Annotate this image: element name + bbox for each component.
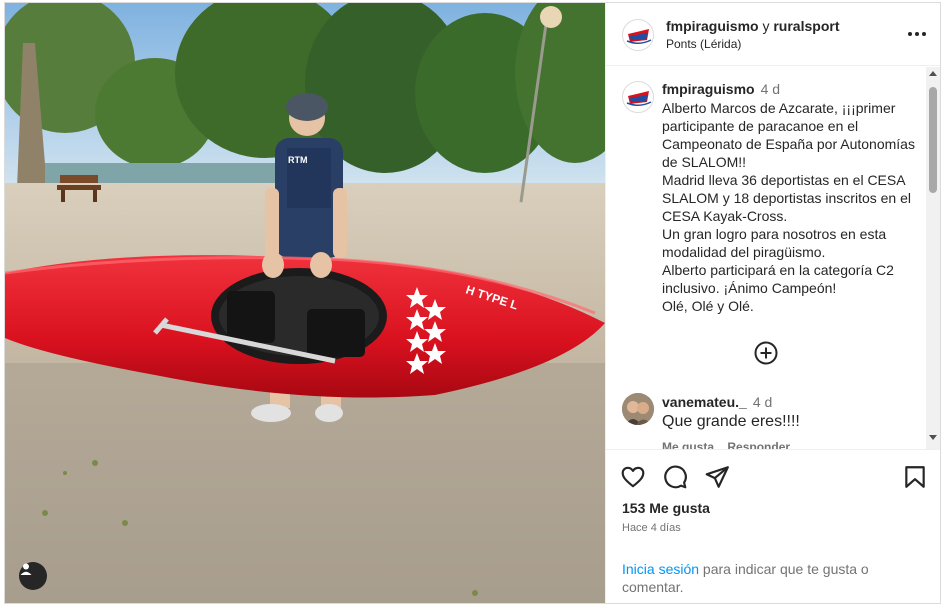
commenter-photo xyxy=(622,393,654,425)
comments-scrollbar[interactable] xyxy=(926,67,940,449)
post-sidebar: fmpiraguismo y ruralsport Ponts (Lérida)… xyxy=(605,3,940,603)
vest-brand-text: RTM xyxy=(288,155,308,165)
caption-line: Olé, Olé y Olé. xyxy=(662,298,754,314)
caption-line: Un gran logro para nosotros en esta moda… xyxy=(662,226,891,260)
caption-line: Alberto Marcos de Azcarate, ¡¡¡primer pa… xyxy=(662,100,919,170)
heart-icon xyxy=(621,466,645,488)
scroll-up-arrow[interactable] xyxy=(929,71,937,76)
commenter-avatar[interactable] xyxy=(622,393,654,425)
comment-time[interactable]: 4 d xyxy=(753,394,772,410)
user-tag-button[interactable] xyxy=(19,562,47,590)
collaborator-username[interactable]: ruralsport xyxy=(773,18,839,34)
location-link[interactable]: Ponts (Lérida) xyxy=(666,37,741,51)
share-icon xyxy=(705,466,729,488)
header-connector: y xyxy=(762,18,770,34)
author-username[interactable]: fmpiraguismo xyxy=(666,18,759,34)
comments-area[interactable]: fmpiraguismo 4 d Alberto Marcos de Azcara… xyxy=(606,67,940,449)
more-dot xyxy=(915,32,919,36)
scroll-thumb[interactable] xyxy=(929,87,937,193)
caption-line: Madrid lleva 36 deportistas en el CESA S… xyxy=(662,172,915,224)
share-button[interactable] xyxy=(704,464,730,490)
bookmark-icon xyxy=(905,466,925,488)
comment-icon xyxy=(664,465,687,489)
caption-username[interactable]: fmpiraguismo xyxy=(662,81,755,97)
likes-count[interactable]: 153 Me gusta xyxy=(622,500,710,516)
more-options-button[interactable] xyxy=(906,25,928,43)
caption-time[interactable]: 4 d xyxy=(761,81,780,97)
load-more-comments-button[interactable] xyxy=(754,341,778,365)
caption-text: Alberto Marcos de Azcarate, ¡¡¡primer pa… xyxy=(662,99,924,315)
comment-header: vanemateu._ 4 d xyxy=(662,394,772,410)
post-date[interactable]: Hace 4 días xyxy=(622,522,681,534)
scroll-down-arrow[interactable] xyxy=(929,435,937,440)
like-button[interactable] xyxy=(620,464,646,490)
more-horizontal-icon xyxy=(908,32,912,36)
post-container: H TYPE L RTM fmpiraguismo y ruralsport P… xyxy=(4,2,941,604)
post-actions: 153 Me gusta Hace 4 días Inicia sesión p… xyxy=(606,449,940,603)
user-tag-icon xyxy=(20,563,32,575)
club-logo-icon xyxy=(626,91,652,106)
comment-actions: Me gusta Responder xyxy=(662,440,800,449)
save-button[interactable] xyxy=(902,464,928,490)
login-link[interactable]: Inicia sesión xyxy=(622,561,699,577)
plus-circle-icon xyxy=(754,341,778,365)
comment-button[interactable] xyxy=(662,464,688,490)
caption-author-avatar[interactable] xyxy=(622,81,654,113)
photo-illustration: H TYPE L xyxy=(5,3,605,603)
login-prompt: Inicia sesión para indicar que te gusta … xyxy=(622,560,922,596)
caption-header: fmpiraguismo 4 d xyxy=(662,81,780,97)
caption-line: Alberto participará en la categoría C2 i… xyxy=(662,262,898,296)
post-header: fmpiraguismo y ruralsport Ponts (Lérida) xyxy=(606,3,940,66)
header-usernames: fmpiraguismo y ruralsport xyxy=(666,18,839,34)
comment-like-button[interactable]: Me gusta xyxy=(662,440,714,449)
post-photo[interactable]: H TYPE L RTM xyxy=(5,3,605,603)
more-dot xyxy=(922,32,926,36)
comment-reply-button[interactable]: Responder xyxy=(727,440,790,449)
club-logo-icon xyxy=(626,29,652,44)
author-avatar[interactable] xyxy=(622,19,654,51)
comment-text: Que grande eres!!!! xyxy=(662,413,800,430)
comment-username[interactable]: vanemateu._ xyxy=(662,394,747,410)
